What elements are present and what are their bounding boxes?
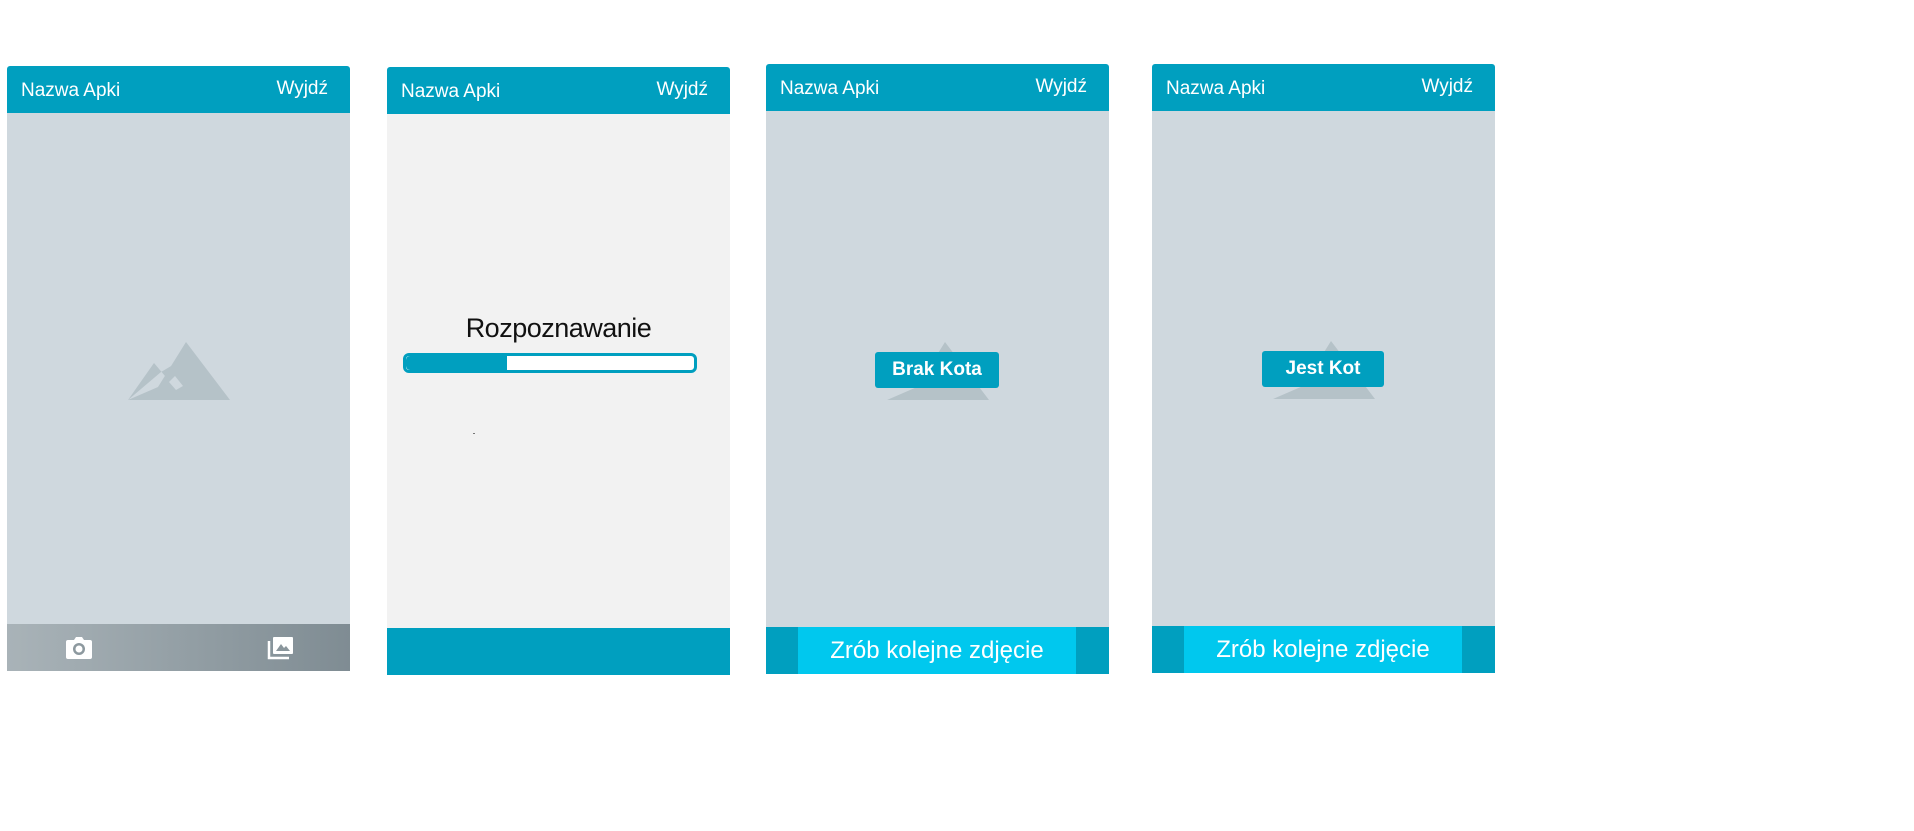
exit-button[interactable]: Wyjdź [276, 78, 328, 100]
result-badge: Jest Kot [1262, 351, 1384, 387]
app-name: Nazwa Apki [21, 80, 121, 101]
app-name: Nazwa Apki [401, 81, 501, 102]
app-header: Nazwa Apki Wyjdź [7, 66, 350, 113]
app-header: Nazwa Apki Wyjdź [387, 67, 730, 114]
screen-image-picker: Nazwa Apki Wyjdź [7, 66, 350, 671]
screen-recognizing: Nazwa Apki Wyjdź Rozpoznawanie [387, 67, 730, 675]
image-placeholder [7, 113, 350, 625]
bottom-bar [387, 628, 730, 675]
exit-button[interactable]: Wyjdź [656, 79, 708, 101]
progress-bar [403, 353, 697, 373]
result-badge: Brak Kota [875, 352, 999, 388]
retake-photo-button[interactable]: Zrób kolejne zdjęcie [1184, 626, 1462, 673]
screen-result-cat: Nazwa Apki Wyjdź Jest Kot Zrób kolejne z… [1152, 64, 1495, 673]
retake-photo-button[interactable]: Zrób kolejne zdjęcie [798, 627, 1076, 674]
progress-label: Rozpoznawanie [465, 313, 652, 343]
camera-icon[interactable] [65, 636, 93, 660]
bottom-bar: Zrób kolejne zdjęcie [1152, 626, 1495, 673]
image-preview: Brak Kota [766, 111, 1109, 627]
screen-result-no-cat: Nazwa Apki Wyjdź Brak Kota Zrób kolejne … [766, 64, 1109, 674]
gallery-icon[interactable] [267, 636, 295, 660]
exit-button[interactable]: Wyjdź [1421, 76, 1473, 98]
app-name: Nazwa Apki [780, 78, 880, 99]
stray-dot [473, 433, 475, 434]
progress-bar-fill [406, 356, 507, 370]
app-header: Nazwa Apki Wyjdź [1152, 64, 1495, 111]
bottom-toolbar [7, 624, 350, 671]
app-name: Nazwa Apki [1166, 78, 1266, 99]
exit-button[interactable]: Wyjdź [1035, 76, 1087, 98]
bottom-bar: Zrób kolejne zdjęcie [766, 627, 1109, 674]
app-header: Nazwa Apki Wyjdź [766, 64, 1109, 111]
mountain-image-icon [128, 342, 230, 400]
image-preview: Jest Kot [1152, 111, 1495, 626]
loading-area: Rozpoznawanie [387, 114, 730, 628]
